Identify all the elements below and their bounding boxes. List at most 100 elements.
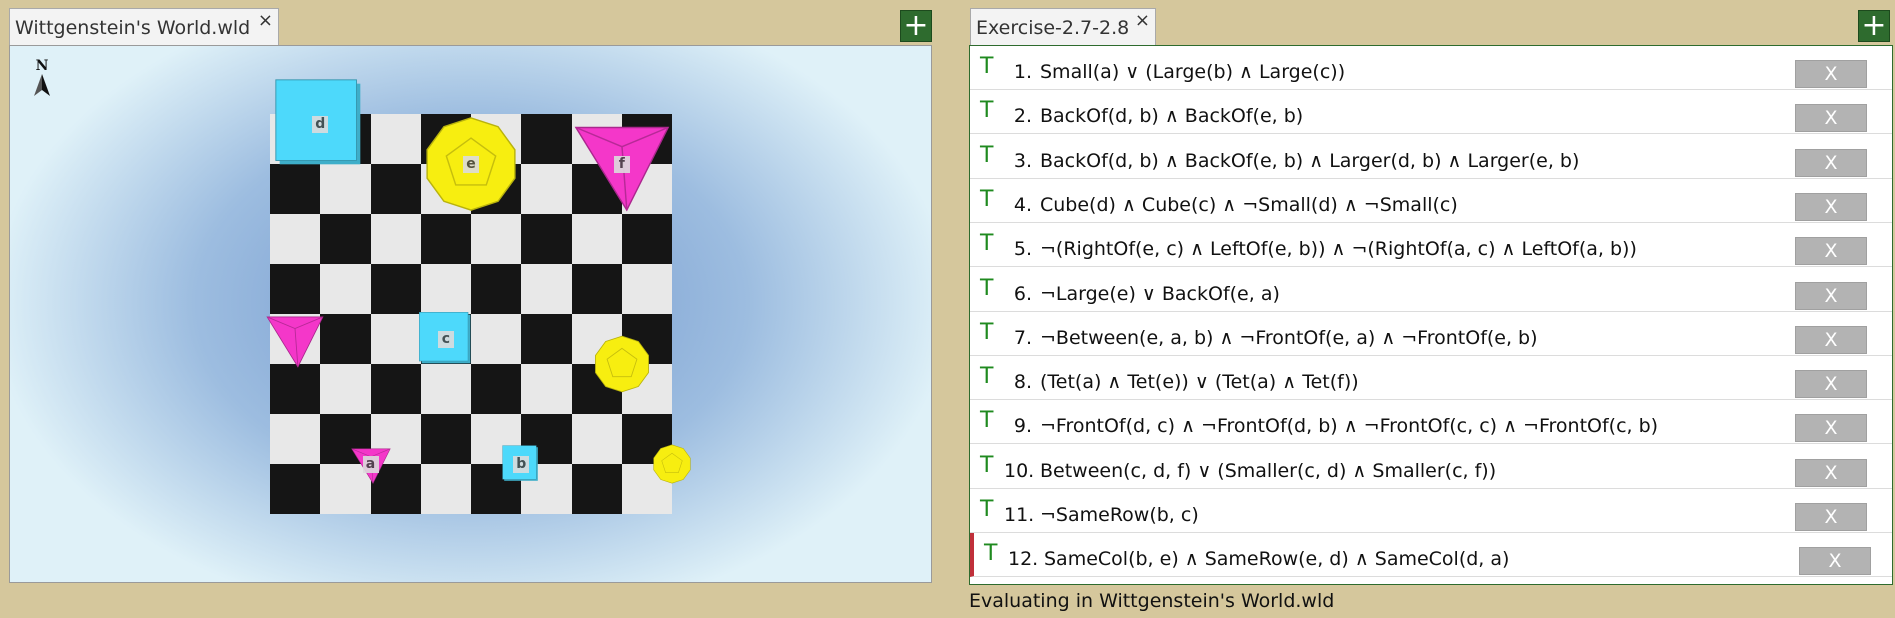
board-square[interactable]	[621, 214, 672, 264]
sentence-row[interactable]: T 11. ¬SameRow(b, c) X	[970, 489, 1892, 533]
dodecahedron-icon	[594, 335, 649, 393]
sentence-row[interactable]: T 4. Cube(d) ∧ Cube(c) ∧ ¬Small(d) ∧ ¬Smal…	[970, 179, 1892, 223]
sentence-row[interactable]: T 1. Small(a) ∨ (Large(b) ∧ Large(c)) X	[970, 46, 1892, 90]
board-square[interactable]	[471, 364, 522, 414]
delete-sentence-button[interactable]: X	[1795, 192, 1867, 221]
chessboard-grid[interactable]: d e f c a b	[266, 79, 691, 514]
board-square[interactable]	[370, 114, 421, 164]
sentence-number: 5.	[1013, 238, 1032, 261]
board-square[interactable]	[370, 164, 421, 214]
board-square[interactable]	[370, 214, 421, 264]
board-square[interactable]	[521, 264, 572, 314]
sentence-formula[interactable]: Between(c, d, f) ∨ (Smaller(c, d) ∧ Smal…	[1040, 460, 1496, 482]
board-square[interactable]	[320, 264, 371, 314]
board-square[interactable]	[521, 164, 572, 214]
delete-sentence-button[interactable]: X	[1795, 325, 1867, 354]
object-name-label: f	[613, 156, 630, 173]
sentence-formula[interactable]: ¬SameRow(b, c)	[1040, 504, 1199, 526]
world-object-cube[interactable]: d	[272, 76, 368, 172]
sentence-formula[interactable]: BackOf(d, b) ∧ BackOf(e, b)	[1040, 105, 1303, 127]
tetrahedron-icon	[266, 316, 324, 368]
sentence-row[interactable]: T 12. SameCol(b, e) ∧ SameRow(e, d) ∧ Same…	[970, 533, 1892, 578]
world-object-tet[interactable]	[266, 310, 324, 368]
close-tab-icon[interactable]: ×	[258, 10, 273, 31]
board-square[interactable]	[420, 214, 471, 264]
board-square[interactable]	[370, 264, 421, 314]
board-square[interactable]	[471, 314, 522, 364]
delete-sentence-button[interactable]: X	[1795, 414, 1867, 443]
sentence-formula[interactable]: (Tet(a) ∧ Tet(e)) ∨ (Tet(a) ∧ Tet(f))	[1040, 371, 1359, 393]
sentence-row[interactable]: T 6. ¬Large(e) ∨ BackOf(e, a) X	[970, 268, 1892, 312]
close-tab-icon[interactable]: ×	[1135, 10, 1150, 31]
sentence-formula[interactable]: SameCol(b, e) ∧ SameRow(e, d) ∧ SameCol(…	[1044, 548, 1509, 570]
world-object-dodec[interactable]: e	[423, 116, 519, 212]
sentence-formula[interactable]: Small(a) ∨ (Large(b) ∧ Large(c))	[1040, 61, 1345, 83]
world-object-tet[interactable]: a	[350, 444, 391, 484]
delete-sentence-button[interactable]: X	[1799, 547, 1871, 576]
delete-sentence-button[interactable]: X	[1795, 60, 1867, 88]
board-square[interactable]	[420, 464, 471, 514]
board-square[interactable]	[420, 264, 471, 314]
delete-sentence-button[interactable]: X	[1795, 370, 1867, 399]
board-square[interactable]	[471, 264, 522, 314]
add-world-button[interactable]: +	[900, 10, 932, 42]
board-square[interactable]	[571, 264, 622, 314]
dodecahedron-icon	[653, 444, 691, 484]
truth-value: T	[980, 275, 994, 301]
sentence-row[interactable]: T 2. BackOf(d, b) ∧ BackOf(e, b) X	[970, 90, 1892, 135]
board-square[interactable]	[270, 264, 321, 314]
board-square[interactable]	[571, 414, 622, 464]
board-square[interactable]	[270, 364, 321, 414]
world-object-cube[interactable]: c	[417, 310, 475, 368]
sentence-row[interactable]: T 7. ¬Between(e, a, b) ∧ ¬FrontOf(e, a) ∧ …	[970, 312, 1892, 356]
world-object-tet[interactable]: f	[574, 116, 670, 212]
sentence-number: 8.	[1013, 371, 1032, 394]
sentence-row[interactable]: T 8. (Tet(a) ∧ Tet(e)) ∨ (Tet(a) ∧ Tet(f))…	[970, 356, 1892, 401]
board-square[interactable]	[521, 214, 572, 264]
board-square[interactable]	[521, 114, 572, 164]
sentence-formula[interactable]: Cube(d) ∧ Cube(c) ∧ ¬Small(d) ∧ ¬Small(c…	[1040, 194, 1458, 216]
truth-value: T	[980, 364, 994, 390]
board-square[interactable]	[571, 464, 622, 514]
sentence-row[interactable]: T 3. BackOf(d, b) ∧ BackOf(e, b) ∧ Larger(…	[970, 135, 1892, 179]
board-square[interactable]	[420, 414, 471, 464]
board-square[interactable]	[270, 214, 321, 264]
sentence-formula[interactable]: ¬(RightOf(e, c) ∧ LeftOf(e, b)) ∧ ¬(Righ…	[1040, 238, 1637, 260]
board-square[interactable]	[320, 364, 371, 414]
sentence-row[interactable]: T 10. Between(c, d, f) ∨ (Smaller(c, d) ∧ …	[970, 445, 1892, 489]
board-square[interactable]	[571, 214, 622, 264]
tab-wittgenstein-world[interactable]: Wittgenstein's World.wld ×	[9, 8, 279, 45]
tab-exercise[interactable]: Exercise-2.7-2.8 ×	[970, 8, 1156, 45]
sentence-formula[interactable]: ¬Between(e, a, b) ∧ ¬FrontOf(e, a) ∧ ¬Fr…	[1040, 327, 1538, 349]
world-view[interactable]: N d e f c a b	[9, 45, 932, 583]
delete-sentence-button[interactable]: X	[1795, 237, 1867, 266]
world-object-cube[interactable]: b	[501, 444, 541, 484]
world-object-dodec[interactable]	[652, 444, 692, 484]
truth-value: T	[980, 54, 994, 79]
board-square[interactable]	[270, 464, 321, 514]
board-square[interactable]	[471, 214, 522, 264]
object-name-label: a	[362, 456, 379, 473]
sentence-row[interactable]: T 9. ¬FrontOf(d, c) ∧ ¬FrontOf(d, b) ∧ ¬Fr…	[970, 400, 1892, 445]
board-square[interactable]	[270, 414, 321, 464]
sentence-formula[interactable]: ¬FrontOf(d, c) ∧ ¬FrontOf(d, b) ∧ ¬Front…	[1040, 415, 1658, 437]
delete-sentence-button[interactable]: X	[1795, 281, 1867, 310]
board-square[interactable]	[521, 314, 572, 364]
sentence-number: 12.	[1008, 548, 1039, 571]
board-square[interactable]	[521, 364, 572, 414]
delete-sentence-button[interactable]: X	[1795, 458, 1867, 487]
board-square[interactable]	[320, 314, 371, 364]
delete-sentence-button[interactable]: X	[1795, 148, 1867, 177]
world-object-dodec[interactable]	[593, 335, 651, 393]
add-sentence-button[interactable]: +	[1858, 10, 1890, 42]
sentence-formula[interactable]: ¬Large(e) ∨ BackOf(e, a)	[1040, 283, 1280, 305]
sentence-formula[interactable]: BackOf(d, b) ∧ BackOf(e, b) ∧ Larger(d, …	[1040, 150, 1579, 172]
sentence-row[interactable]: T 5. ¬(RightOf(e, c) ∧ LeftOf(e, b)) ∧ ¬(R…	[970, 223, 1892, 268]
board-square[interactable]	[370, 314, 421, 364]
board-square[interactable]	[621, 264, 672, 314]
board-square[interactable]	[420, 364, 471, 414]
board-square[interactable]	[320, 214, 371, 264]
delete-sentence-button[interactable]: X	[1795, 104, 1867, 133]
delete-sentence-button[interactable]: X	[1795, 503, 1867, 531]
board-square[interactable]	[370, 364, 421, 414]
